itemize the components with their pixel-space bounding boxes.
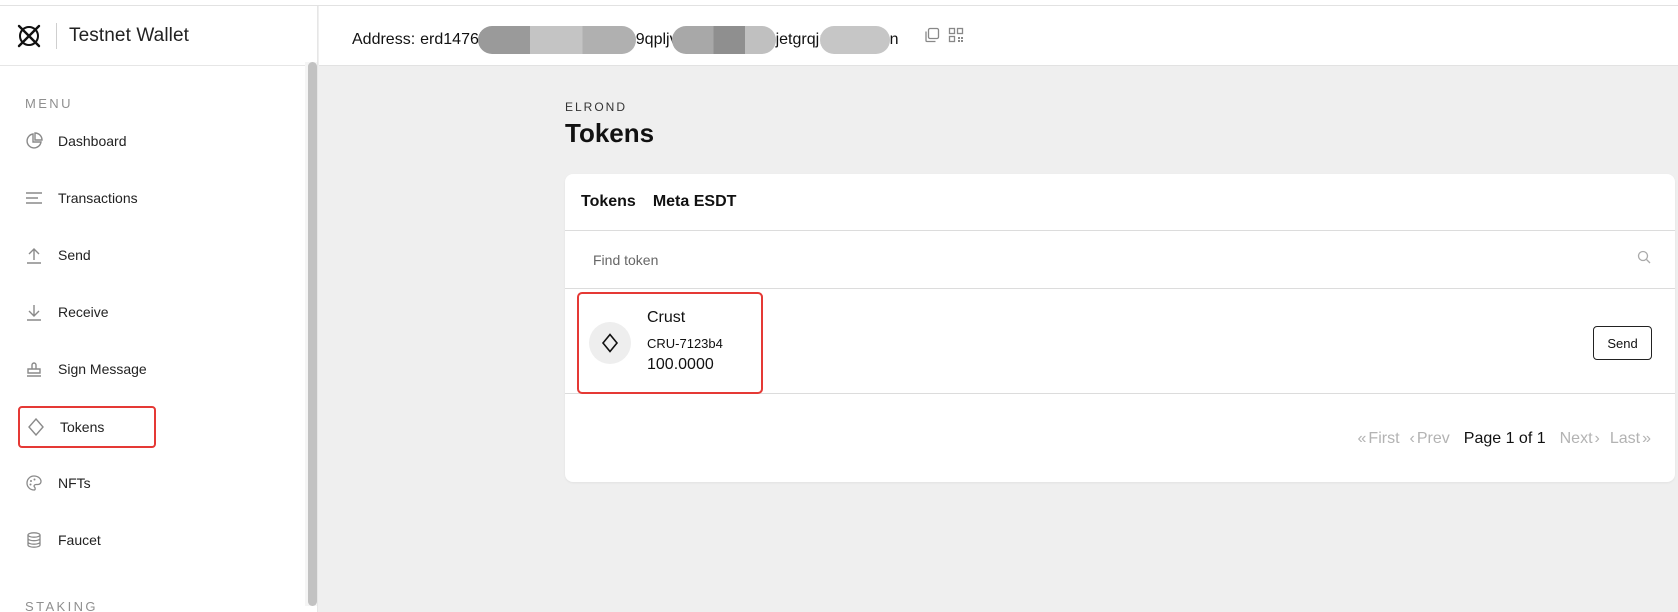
top-edge (0, 0, 1678, 6)
staking-label: STAKING (25, 599, 98, 612)
send-token-button[interactable]: Send (1593, 326, 1652, 360)
double-chevron-right-icon: » (1642, 430, 1651, 447)
sidebar-item-nfts[interactable]: NFTs (18, 462, 156, 504)
pagination-first[interactable]: «First (1358, 430, 1400, 448)
address-redaction (477, 26, 636, 54)
top-header: Address: erd1476h 9qpljv jetgrqjı n (319, 6, 1678, 66)
diamond-icon (26, 417, 46, 437)
token-tabs: Tokens Meta ESDT (565, 174, 1675, 231)
chevron-left-icon: ‹ (1409, 430, 1415, 447)
address-segment: jetgrqjı (775, 31, 824, 48)
double-chevron-left-icon: « (1357, 430, 1367, 447)
tokens-card: Tokens Meta ESDT Crust CRU-7123b4 100.00… (565, 174, 1675, 482)
qr-code-icon[interactable] (948, 27, 964, 48)
wallet-address: Address: erd1476h 9qpljv jetgrqjı n (352, 26, 899, 54)
pagination-next[interactable]: Next › (1560, 430, 1600, 448)
token-name: Crust (647, 309, 686, 326)
token-identifier: CRU-7123b4 (647, 336, 723, 351)
list-icon (24, 188, 44, 208)
page-title: Tokens (565, 118, 655, 148)
brand-title: Testnet Wallet (69, 24, 190, 46)
pagination-last-label: Last (1609, 430, 1641, 447)
sidebar-item-tokens[interactable]: Tokens (18, 406, 156, 448)
sidebar-item-label: Dashboard (58, 133, 127, 149)
pagination-prev[interactable]: ‹ Prev (1410, 430, 1450, 448)
sidebar-item-dashboard[interactable]: Dashboard (18, 120, 156, 162)
stamp-icon (24, 359, 44, 379)
address-label: Address: (352, 31, 416, 48)
sidebar-item-sign-message[interactable]: Sign Message (18, 348, 156, 390)
pagination-last[interactable]: Last» (1610, 430, 1651, 448)
menu-label: MENU (25, 96, 73, 111)
copy-icon[interactable] (924, 27, 940, 48)
address-segment: n (889, 31, 899, 48)
search-icon[interactable] (1637, 250, 1651, 269)
sidebar-item-send[interactable]: Send (18, 234, 156, 276)
token-diamond-icon (589, 322, 631, 364)
sidebar-item-label: Sign Message (58, 361, 147, 377)
address-redaction (671, 26, 776, 54)
search-input[interactable] (593, 251, 1637, 268)
pagination-first-label: First (1368, 430, 1400, 447)
address-redaction (819, 26, 890, 54)
sidebar-item-label: Transactions (58, 190, 138, 206)
brand[interactable]: Testnet Wallet (0, 6, 317, 66)
sidebar-item-label: Receive (58, 304, 109, 320)
tab-meta-esdt[interactable]: Meta ESDT (653, 193, 737, 211)
sidebar-item-receive[interactable]: Receive (18, 291, 156, 333)
sidebar-item-label: Faucet (58, 532, 101, 548)
address-actions (924, 27, 964, 48)
coins-icon (24, 530, 44, 550)
sidebar-item-label: Tokens (60, 419, 105, 435)
chevron-right-icon: › (1594, 430, 1600, 447)
pagination: «First ‹ Prev Page 1 of 1 Next › Last» (1348, 430, 1651, 448)
token-row[interactable]: Crust CRU-7123b4 100.0000 Send (565, 289, 1675, 394)
brand-divider (56, 22, 57, 49)
sidebar-item-label: Send (58, 247, 91, 263)
upload-icon (24, 245, 44, 265)
palette-icon (24, 473, 44, 493)
sidebar-item-label: NFTs (58, 475, 91, 491)
sidebar-item-transactions[interactable]: Transactions (18, 177, 156, 219)
sidebar-scrollbar-thumb[interactable] (308, 62, 317, 606)
tab-tokens[interactable]: Tokens (581, 193, 636, 211)
sidebar-item-faucet[interactable]: Faucet (18, 519, 156, 561)
page-eyebrow: ELROND (565, 100, 628, 114)
pagination-next-label: Next (1559, 430, 1593, 447)
pagination-prev-label: Prev (1416, 430, 1450, 447)
page-header: ELROND Tokens (565, 100, 654, 149)
sidebar: Testnet Wallet MENU Dashboard Transactio… (0, 6, 318, 612)
elrond-logo-icon (16, 23, 42, 49)
download-icon (24, 302, 44, 322)
token-balance: 100.0000 (647, 356, 714, 373)
pagination-current: Page 1 of 1 (1463, 430, 1546, 447)
pie-chart-icon (24, 131, 44, 151)
token-search (565, 231, 1675, 289)
